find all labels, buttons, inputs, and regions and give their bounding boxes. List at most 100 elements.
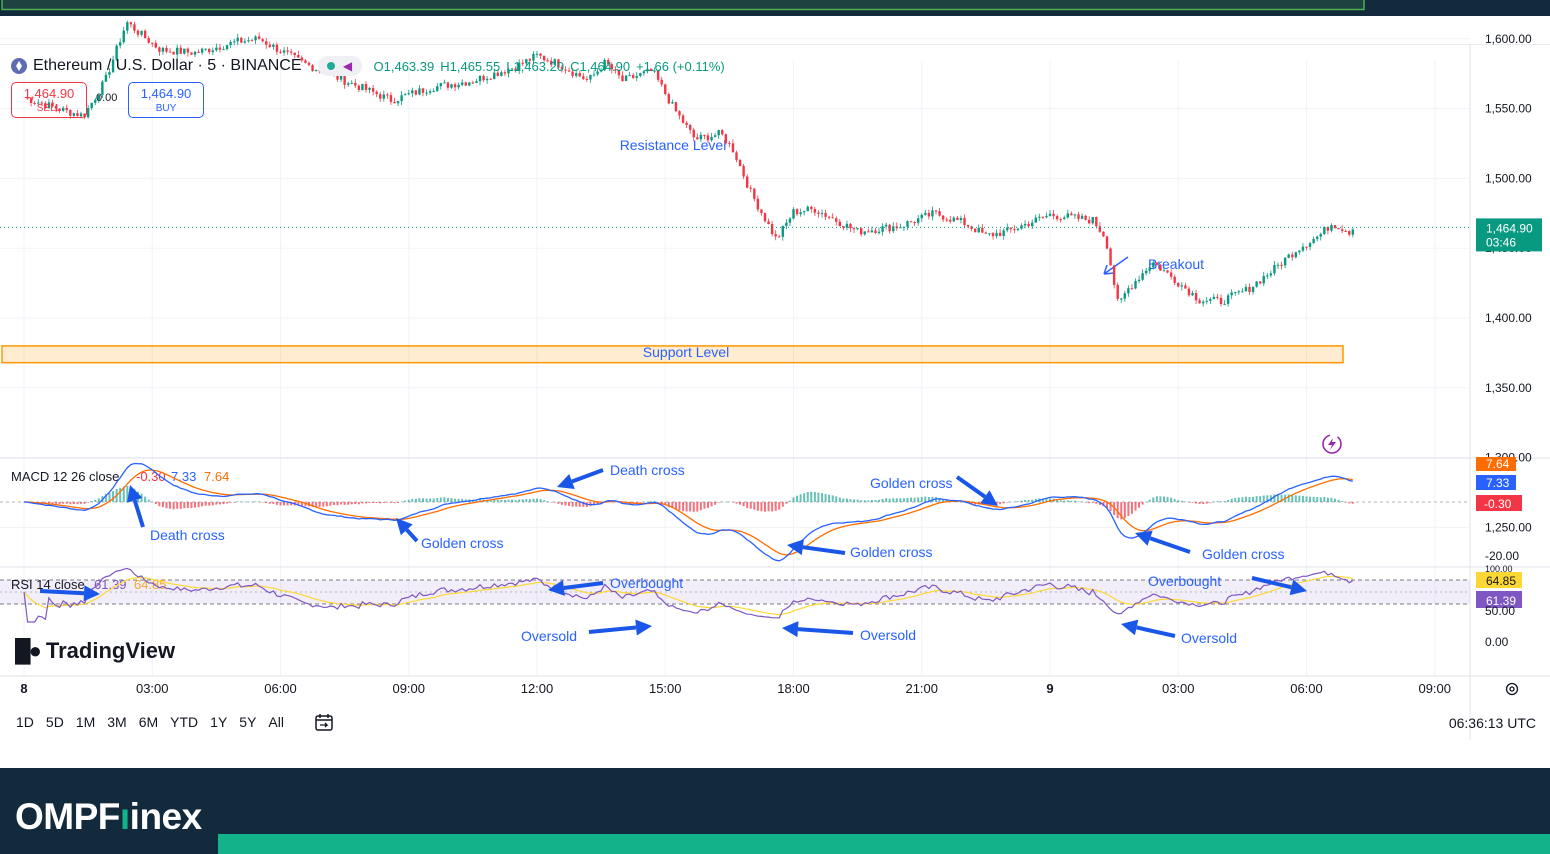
macd-histogram-bar	[799, 494, 802, 502]
timeframe-ytd[interactable]: YTD	[170, 714, 198, 730]
macd-histogram-bar	[397, 502, 400, 503]
candle-body	[884, 224, 888, 227]
status-pill[interactable]: ◀	[317, 56, 362, 76]
macd-histogram-bar	[1066, 500, 1069, 502]
candle-body	[952, 217, 956, 222]
macd-histogram-bar	[1141, 502, 1144, 505]
candle-body	[1348, 231, 1351, 235]
time-axis-tick: 18:00	[777, 681, 810, 696]
candle-body	[785, 222, 788, 226]
macd-histogram-bar	[275, 502, 278, 505]
candle-body	[731, 143, 735, 153]
macd-histogram-bar	[1070, 500, 1073, 502]
sell-button[interactable]: 1,464.90 SELL	[11, 82, 87, 118]
macd-histogram-bar	[1088, 502, 1091, 504]
macd-histogram-bar	[1095, 502, 1098, 504]
macd-histogram-bar	[1341, 501, 1344, 502]
timeframe-1m[interactable]: 1M	[76, 714, 95, 730]
candle-body	[1194, 293, 1198, 301]
candle-body	[1041, 216, 1045, 218]
ompfinex-logo[interactable]: OMPFıinex	[15, 796, 202, 838]
symbol-title[interactable]: Ethereum / U.S. Dollar · 5 · BINANCE	[33, 57, 302, 75]
candle-body	[1080, 215, 1084, 219]
macd-histogram-bar	[742, 502, 745, 507]
macd-histogram-bar	[1244, 496, 1247, 502]
buy-button[interactable]: 1,464.90 BUY	[128, 82, 204, 118]
macd-line-value: 7.33	[171, 469, 196, 484]
macd-histogram-bar	[892, 498, 895, 502]
candle-body	[485, 78, 489, 81]
macd-histogram-bar	[439, 497, 442, 502]
utc-clock[interactable]: 06:36:13 UTC	[1449, 715, 1536, 731]
lightning-alert-icon[interactable]	[1320, 432, 1344, 456]
chart-canvas[interactable]: 1,750.001,700.001,650.001,600.001,550.00…	[0, 0, 1550, 740]
candle-body	[122, 30, 125, 43]
macd-histogram-bar	[1319, 497, 1322, 502]
ohlc-high: H1,465.55	[440, 58, 501, 74]
macd-histogram-bar	[899, 498, 902, 502]
macd-histogram-bar	[753, 502, 756, 510]
candle-body	[468, 82, 471, 86]
candle-body	[1226, 295, 1230, 304]
candle-body	[1191, 293, 1194, 296]
macd-histogram-bar	[496, 499, 499, 502]
macd-histogram-bar	[1024, 499, 1027, 502]
macd-histogram-bar	[1212, 501, 1215, 503]
candle-body	[414, 90, 418, 95]
macd-histogram-bar	[83, 502, 86, 504]
macd-histogram-bar	[1198, 502, 1201, 505]
macd-histogram-bar	[514, 500, 517, 502]
macd-histogram-bar	[1309, 496, 1312, 502]
macd-histogram-bar	[265, 502, 268, 503]
indicator-annotation: Oversold	[1181, 630, 1237, 646]
candle-body	[1155, 262, 1159, 265]
candle-body	[268, 44, 272, 47]
candle-body	[229, 41, 232, 46]
candle-body	[1162, 270, 1166, 272]
timeframe-3m[interactable]: 3M	[107, 714, 126, 730]
candle-body	[1216, 296, 1219, 298]
candle-body	[197, 51, 200, 53]
timeframe-1d[interactable]: 1D	[16, 714, 34, 730]
timeframe-5d[interactable]: 5D	[46, 714, 64, 730]
timeframe-all[interactable]: All	[268, 714, 284, 730]
tradingview-logo[interactable]: █● TradingView	[15, 638, 175, 664]
candle-body	[742, 165, 745, 177]
candle-body	[357, 85, 361, 91]
candle-body	[767, 221, 770, 225]
candle-body	[1055, 216, 1059, 220]
candle-body	[696, 137, 699, 140]
macd-histogram-bar	[51, 502, 54, 504]
annotation-arrow	[1149, 536, 1191, 554]
candle-body	[749, 187, 752, 189]
candle-body	[222, 49, 225, 51]
macd-histogram-bar	[906, 497, 909, 502]
candle-body	[699, 134, 703, 140]
macd-histogram-bar	[432, 498, 435, 502]
candle-body	[717, 130, 720, 136]
macd-histogram-bar	[1298, 495, 1301, 502]
candle-body	[938, 211, 941, 216]
candle-body	[845, 223, 849, 228]
candle-body	[489, 78, 492, 80]
macd-histogram-bar	[1027, 499, 1030, 502]
macd-histogram-bar	[874, 499, 877, 502]
candle-body	[147, 38, 150, 43]
macd-histogram-bar	[885, 498, 888, 502]
timeframe-5y[interactable]: 5Y	[239, 714, 256, 730]
macd-histogram-bar	[539, 499, 542, 502]
indicator-annotation: Golden cross	[850, 544, 932, 560]
candle-body	[250, 40, 254, 42]
macd-histogram-bar	[924, 496, 927, 502]
settings-gear-icon[interactable]	[1504, 681, 1520, 697]
macd-histogram-bar	[1152, 497, 1155, 502]
macd-histogram-bar	[197, 502, 200, 508]
date-range-icon[interactable]	[314, 712, 334, 732]
timeframe-1y[interactable]: 1Y	[210, 714, 227, 730]
time-axis-tick: 03:00	[136, 681, 169, 696]
candle-body	[792, 209, 795, 219]
timeframe-6m[interactable]: 6M	[139, 714, 158, 730]
candle-body	[949, 219, 952, 222]
macd-histogram-bar	[685, 502, 688, 512]
macd-histogram-bar	[828, 494, 831, 502]
